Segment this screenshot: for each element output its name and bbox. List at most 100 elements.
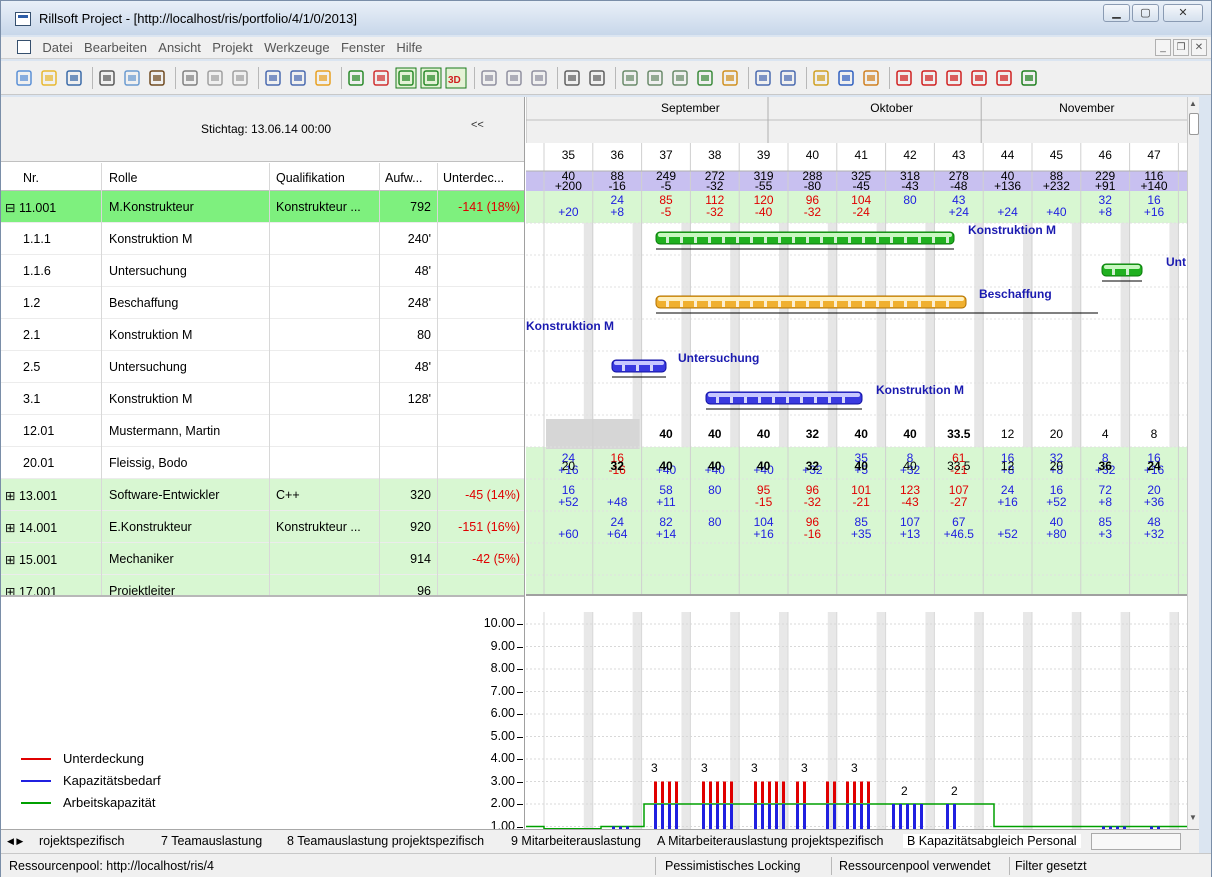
open-icon[interactable] (41, 70, 57, 86)
add-resource-icon[interactable] (647, 70, 663, 86)
save-icon[interactable] (66, 70, 82, 86)
split-icon[interactable] (896, 70, 912, 86)
table-row[interactable]: 1.2 Beschaffung 248' (1, 287, 524, 319)
scroll-up-icon[interactable]: ▲ (1189, 99, 1197, 108)
table-row[interactable]: ⊞ 17.001 Projektleiter 96 (1, 575, 524, 595)
toolbar-separator (806, 67, 807, 89)
tab-teamauslastung-projektspezifisch[interactable]: 8 Teamauslastung projektspezifisch (287, 834, 484, 848)
gantt-bar-konstruktion-m-3[interactable] (705, 391, 863, 405)
col-rolle[interactable]: Rolle (109, 171, 138, 185)
col-aufwand[interactable]: Aufw... (385, 171, 423, 185)
mdi-restore-button[interactable]: ❐ (1173, 39, 1189, 56)
remove-resource-icon[interactable] (672, 70, 688, 86)
assign-icon[interactable] (697, 70, 713, 86)
redo-icon[interactable] (290, 70, 306, 86)
minimize-button[interactable]: ▁ (1103, 4, 1130, 22)
menu-werkzeuge[interactable]: Werkzeuge (260, 37, 334, 58)
document-icon[interactable] (17, 40, 31, 54)
zoom-out-icon[interactable] (780, 70, 796, 86)
menu-ansicht[interactable]: Ansicht (154, 37, 205, 58)
table-row[interactable]: ⊟ 11.001 M.Konstrukteur Konstrukteur ... 79… (1, 191, 524, 223)
print-preview-icon[interactable] (124, 70, 140, 86)
table-row[interactable]: 2.1 Konstruktion M 80 (1, 319, 524, 351)
col-nr[interactable]: Nr. (23, 171, 39, 185)
shift-down-icon[interactable] (971, 70, 987, 86)
table-row[interactable]: 12.01 Mustermann, Martin (1, 415, 524, 447)
week-number: 38 (708, 148, 722, 162)
menu-datei[interactable]: Datei (38, 37, 76, 58)
kapazitaetsbedarf-bar (906, 804, 909, 829)
table-icon[interactable] (420, 67, 442, 89)
menu-projekt[interactable]: Projekt (208, 37, 256, 58)
gantt-bar-beschaffung[interactable] (655, 295, 967, 309)
move-down-icon[interactable] (589, 70, 605, 86)
mdi-close-button[interactable]: ✕ (1191, 39, 1207, 56)
collapse-button[interactable]: << (471, 119, 484, 131)
tab-projektspezifisch[interactable]: rojektspezifisch (39, 834, 124, 848)
col-qualifikation[interactable]: Qualifikation (276, 171, 345, 185)
gantt-icon[interactable] (395, 67, 417, 89)
table-row[interactable]: 3.1 Konstruktion M 128' (1, 383, 524, 415)
gantt-bar-konstruktion-m[interactable] (655, 231, 955, 245)
layout1-icon[interactable] (813, 70, 829, 86)
new-icon[interactable] (16, 70, 32, 86)
table-row[interactable]: 1.1.1 Konstruktion M 240' (1, 223, 524, 255)
menu-hilfe[interactable]: Hilfe (392, 37, 426, 58)
undo-icon[interactable] (265, 70, 281, 86)
cell-aufwand: 240' (407, 232, 431, 246)
tab-teamauslastung[interactable]: 7 Teamauslastung (161, 834, 262, 848)
resource-icon[interactable] (622, 70, 638, 86)
week-number: 40 (805, 148, 820, 162)
table-row[interactable]: 2.5 Untersuchung 48' (1, 351, 524, 383)
capacity-delta: +8 (610, 205, 625, 219)
find-icon[interactable] (149, 70, 165, 86)
table-row[interactable]: 20.01 Fleissig, Bodo (1, 447, 524, 479)
scroll-down-icon[interactable]: ▼ (1189, 813, 1197, 822)
copy-icon[interactable] (207, 70, 223, 86)
mdi-minimize-button[interactable]: _ (1155, 39, 1171, 56)
3d-icon[interactable]: 3D (445, 67, 467, 89)
cut-icon[interactable] (182, 70, 198, 86)
milestone-icon[interactable] (1021, 70, 1037, 86)
tab-scroll-left-icon[interactable]: ◀ ▶ (7, 836, 23, 847)
table-row[interactable]: ⊞ 14.001 E.Konstrukteur Konstrukteur ... 92… (1, 511, 524, 543)
tab-mitarbeiterauslastung-projektspezifisch[interactable]: A Mitarbeiterauslastung projektspezifisc… (657, 834, 884, 848)
table-row[interactable]: ⊞ 15.001 Mechaniker 914 -42 (5%) (1, 543, 524, 575)
unlink-icon[interactable] (373, 70, 389, 86)
status-filter: Filter gesetzt (1015, 859, 1087, 873)
close-button[interactable]: ✕ (1163, 4, 1203, 22)
toolbar-icons[interactable]: 3D (1, 61, 1211, 95)
splitter[interactable] (1, 595, 524, 597)
month-september: September (661, 101, 720, 115)
level3-icon[interactable] (531, 70, 547, 86)
col-unterdeckung[interactable]: Unterdec... (443, 171, 504, 185)
table-row[interactable]: ⊞ 13.001 Software-Entwickler C++ 320 -45 (14… (1, 479, 524, 511)
menu-fenster[interactable]: Fenster (337, 37, 389, 58)
gantt-bar-untersuchung-2[interactable] (611, 359, 667, 373)
tab-mitarbeiterauslastung[interactable]: 9 Mitarbeiterauslastung (511, 834, 641, 848)
scroll-thumb[interactable] (1189, 113, 1199, 135)
merge-icon[interactable] (921, 70, 937, 86)
print-icon[interactable] (99, 70, 115, 86)
shift-left-icon[interactable] (996, 70, 1012, 86)
paste-icon[interactable] (232, 70, 248, 86)
menu-bearbeiten[interactable]: Bearbeiten (80, 37, 151, 58)
export-icon[interactable] (863, 70, 879, 86)
vertical-scrollbar[interactable]: ▲ ▼ (1187, 97, 1199, 829)
gantt-bar-untersuchung[interactable] (1101, 263, 1143, 277)
zoom-in-icon[interactable] (755, 70, 771, 86)
layout2-icon[interactable] (838, 70, 854, 86)
maximize-button[interactable]: ▢ (1132, 4, 1159, 22)
filter-icon[interactable] (722, 70, 738, 86)
table-row[interactable]: 1.1.6 Untersuchung 48' (1, 255, 524, 287)
shift-right-icon[interactable] (946, 70, 962, 86)
tab-kapazitaetsabgleich-personal[interactable]: B Kapazitätsabgleich Personal (903, 834, 1081, 848)
level1-icon[interactable] (481, 70, 497, 86)
horizontal-scrollbar[interactable] (1091, 833, 1181, 850)
link-icon[interactable] (348, 70, 364, 86)
move-up-icon[interactable] (564, 70, 580, 86)
star-icon[interactable] (315, 70, 331, 86)
gantt-chart-area[interactable]: September Oktober November 35 36 37 38 39 40 41 42… (526, 97, 1199, 829)
level2-icon[interactable] (506, 70, 522, 86)
person-hours: 24 (1147, 459, 1161, 473)
